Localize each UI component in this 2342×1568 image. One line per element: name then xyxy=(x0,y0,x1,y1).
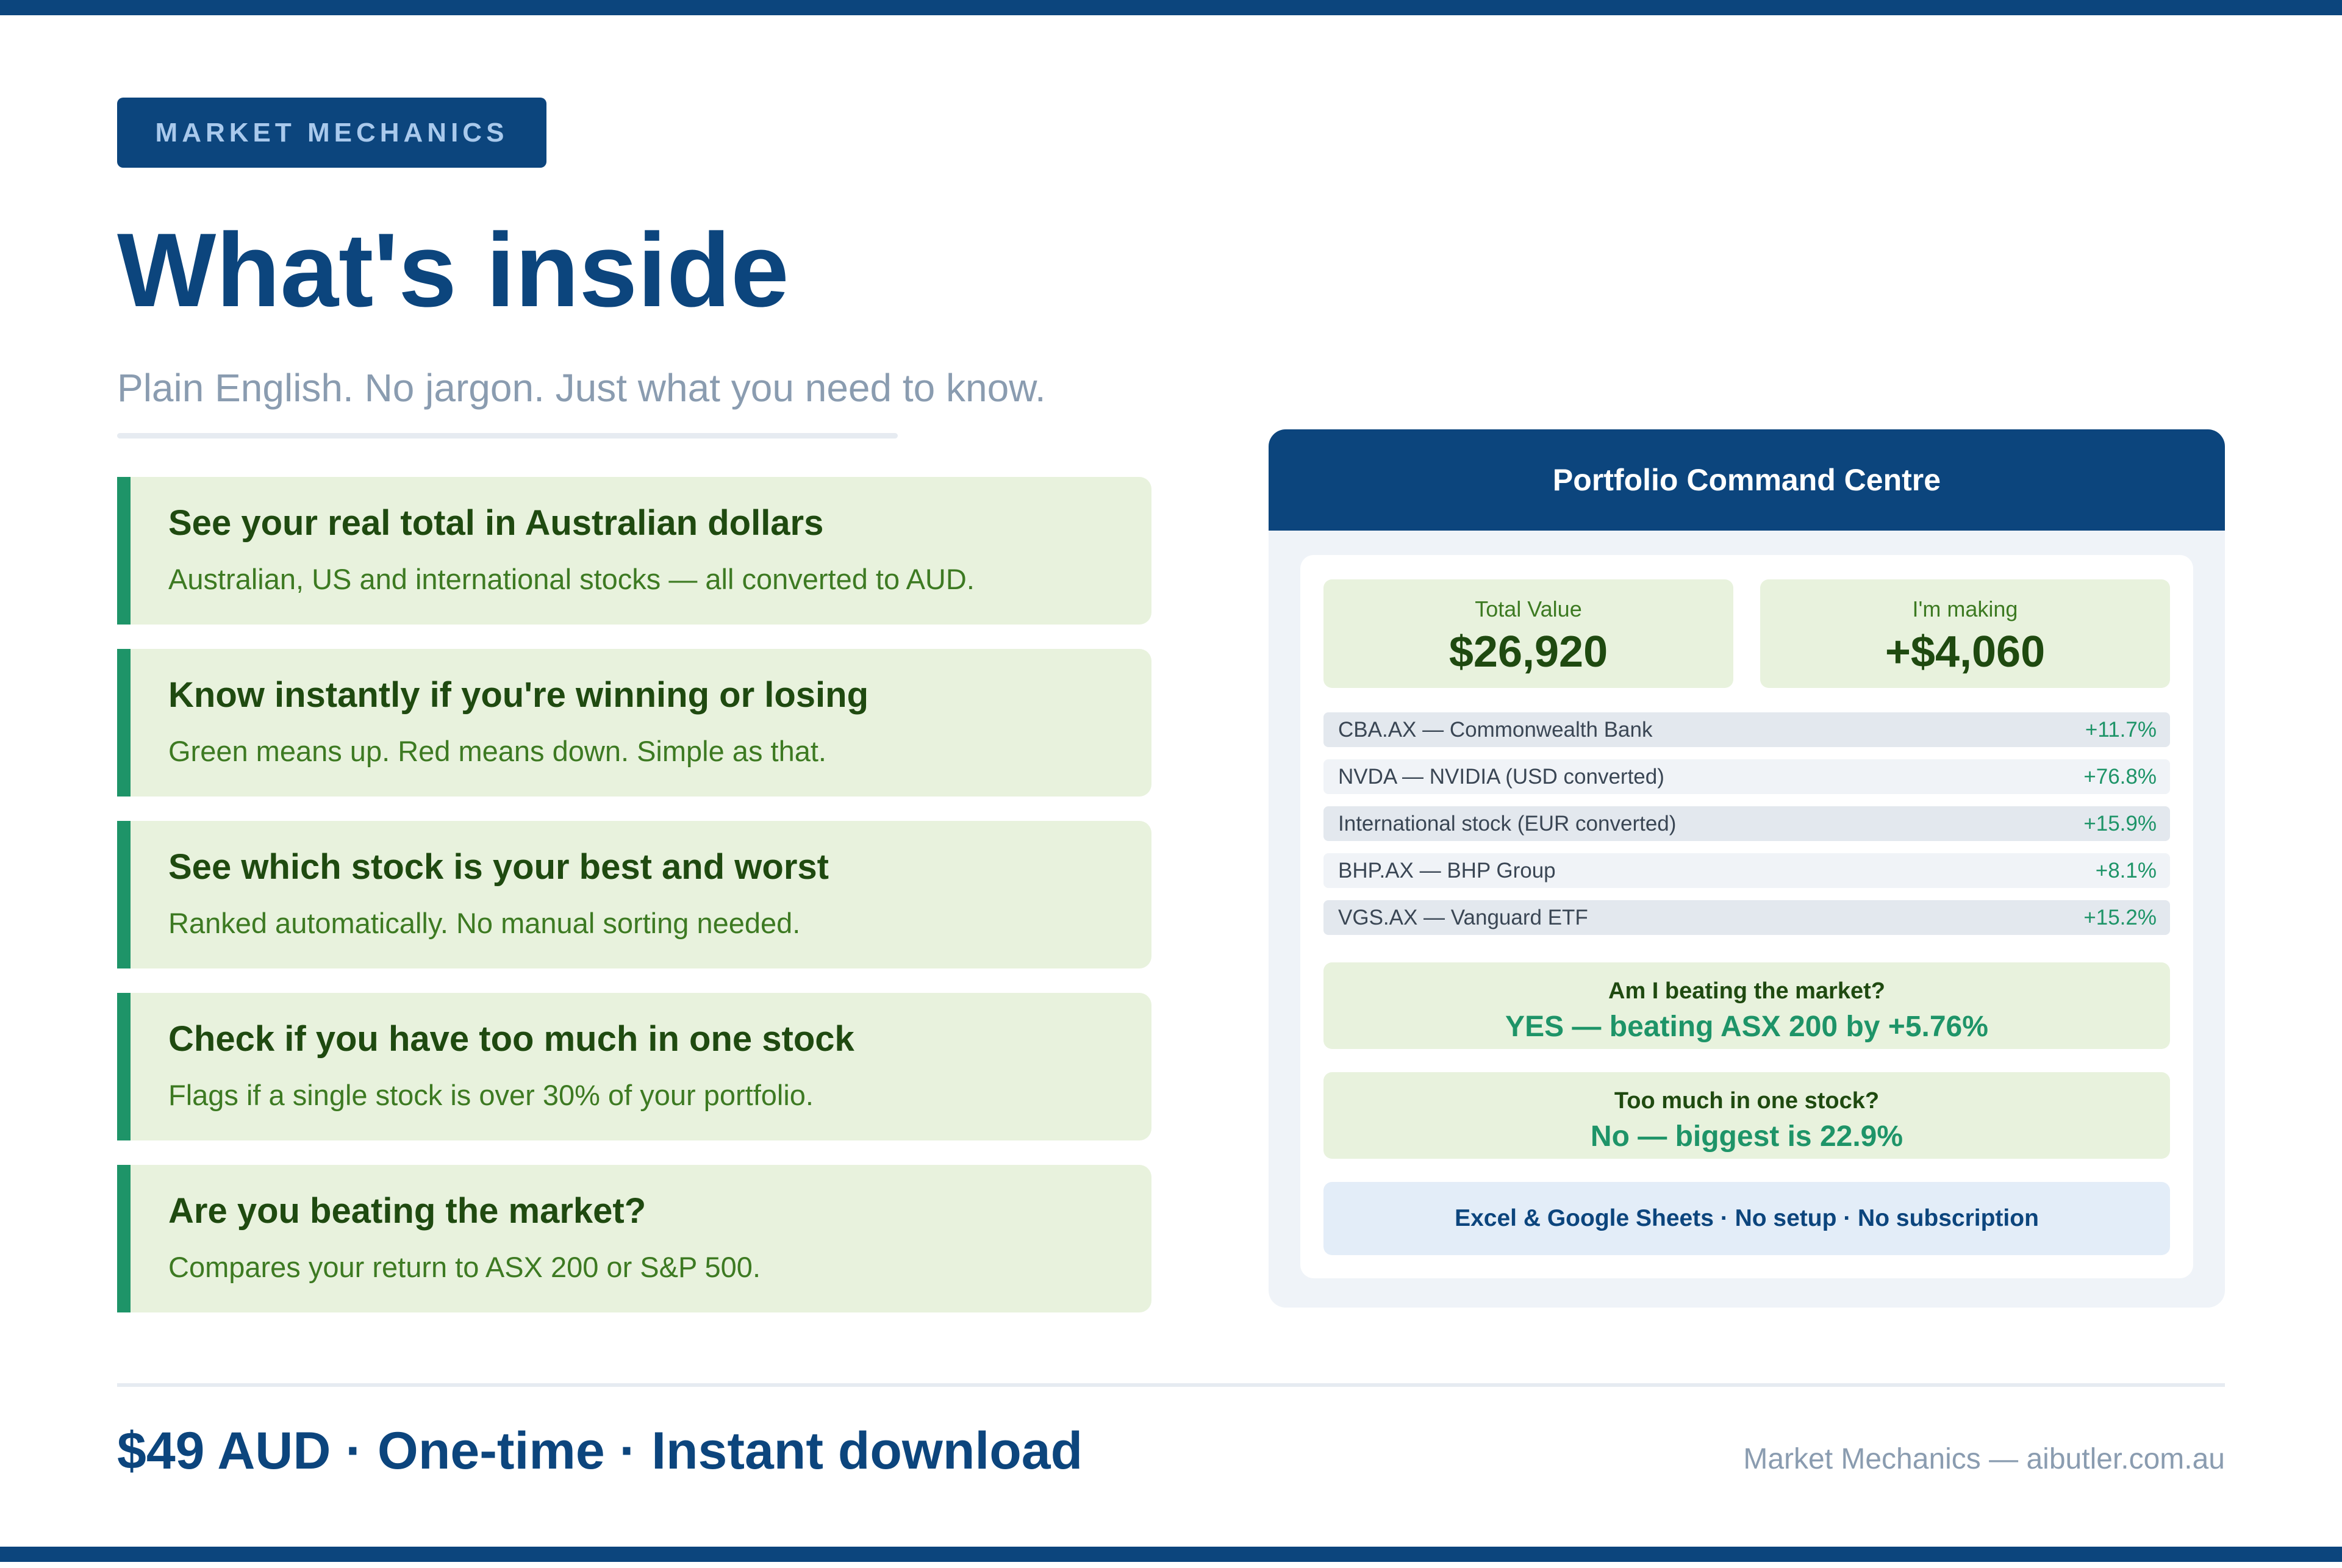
panel-header: Portfolio Command Centre xyxy=(1269,429,2225,531)
total-value-label: Total Value xyxy=(1475,596,1582,621)
market-check-card: Am I beating the market? YES — beating A… xyxy=(1323,962,2170,1049)
footer-divider xyxy=(117,1383,2225,1387)
top-accent-bar xyxy=(0,0,2342,15)
concentration-check-answer: No — biggest is 22.9% xyxy=(1590,1120,1903,1153)
feature-description: Australian, US and international stocks … xyxy=(168,563,975,595)
feature-description: Ranked automatically. No manual sorting … xyxy=(168,907,801,939)
panel-body: Total Value $26,920 I'm making +$4,060 C… xyxy=(1300,555,2193,1278)
holding-name: CBA.AX — Commonwealth Bank xyxy=(1338,717,1653,742)
feature-list: See your real total in Australian dollar… xyxy=(117,477,1151,1337)
brand-badge: MARKET MECHANICS xyxy=(117,98,546,168)
gain-amount: +$4,060 xyxy=(1885,628,2046,676)
compatibility-banner: Excel & Google Sheets · No setup · No su… xyxy=(1323,1182,2170,1255)
holding-row: NVDA — NVIDIA (USD converted) +76.8% xyxy=(1323,759,2170,794)
market-check-question: Am I beating the market? xyxy=(1608,978,1885,1004)
feature-title: See your real total in Australian dollar… xyxy=(168,503,824,543)
feature-title: See which stock is your best and worst xyxy=(168,847,829,887)
total-value-amount: $26,920 xyxy=(1449,628,1608,676)
feature-title: Are you beating the market? xyxy=(168,1191,646,1231)
holding-change: +15.9% xyxy=(2083,811,2157,836)
feature-description: Compares your return to ASX 200 or S&P 5… xyxy=(168,1251,761,1283)
price-line: $49 AUD · One-time · Instant download xyxy=(117,1422,1083,1480)
bottom-accent-bar xyxy=(0,1547,2342,1562)
page-subtitle: Plain English. No jargon. Just what you … xyxy=(117,366,1046,410)
feature-title: Check if you have too much in one stock xyxy=(168,1019,854,1059)
feature-card: Check if you have too much in one stock … xyxy=(117,993,1151,1140)
concentration-check-card: Too much in one stock? No — biggest is 2… xyxy=(1323,1072,2170,1159)
feature-title: Know instantly if you're winning or losi… xyxy=(168,675,869,715)
feature-description: Flags if a single stock is over 30% of y… xyxy=(168,1079,814,1111)
gain-card: I'm making +$4,060 xyxy=(1760,579,2170,688)
concentration-check-question: Too much in one stock? xyxy=(1614,1088,1880,1114)
holding-change: +11.7% xyxy=(2085,717,2157,742)
feature-card: See your real total in Australian dollar… xyxy=(117,477,1151,625)
gain-label: I'm making xyxy=(1912,596,2018,621)
feature-card: See which stock is your best and worst R… xyxy=(117,821,1151,968)
feature-description: Green means up. Red means down. Simple a… xyxy=(168,735,826,767)
feature-card: Are you beating the market? Compares you… xyxy=(117,1165,1151,1312)
feature-card: Know instantly if you're winning or losi… xyxy=(117,649,1151,797)
site-credit: Market Mechanics — aibutler.com.au xyxy=(1743,1443,2225,1475)
holding-name: NVDA — NVIDIA (USD converted) xyxy=(1338,764,1664,789)
holding-row: CBA.AX — Commonwealth Bank +11.7% xyxy=(1323,712,2170,747)
holding-name: VGS.AX — Vanguard ETF xyxy=(1338,905,1588,929)
subtitle-divider xyxy=(117,433,898,439)
holdings-list: CBA.AX — Commonwealth Bank +11.7% NVDA —… xyxy=(1323,712,2170,947)
market-check-answer: YES — beating ASX 200 by +5.76% xyxy=(1505,1011,1988,1043)
holding-row: BHP.AX — BHP Group +8.1% xyxy=(1323,853,2170,888)
holding-change: +76.8% xyxy=(2083,764,2157,789)
holding-name: International stock (EUR converted) xyxy=(1338,811,1677,836)
holding-row: International stock (EUR converted) +15.… xyxy=(1323,806,2170,841)
portfolio-preview-panel: Portfolio Command Centre Total Value $26… xyxy=(1269,429,2225,1308)
holding-name: BHP.AX — BHP Group xyxy=(1338,858,1556,882)
holding-change: +8.1% xyxy=(2095,858,2157,882)
total-value-card: Total Value $26,920 xyxy=(1323,579,1733,688)
holding-row: VGS.AX — Vanguard ETF +15.2% xyxy=(1323,900,2170,935)
page-title: What's inside xyxy=(117,212,789,329)
holding-change: +15.2% xyxy=(2083,905,2157,929)
